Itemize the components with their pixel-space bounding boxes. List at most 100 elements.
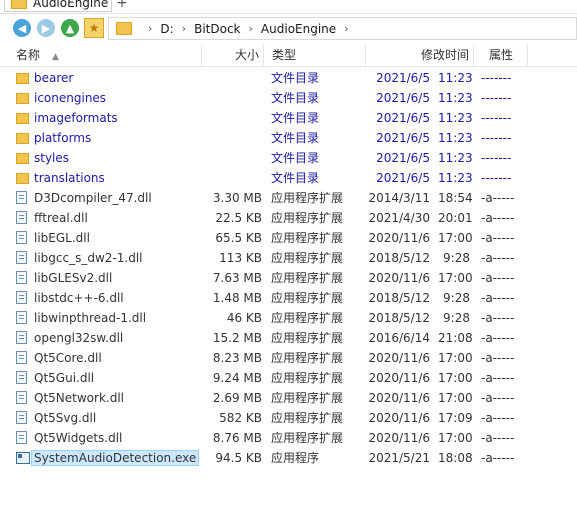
file-name[interactable]: D3Dcompiler_47.dll xyxy=(32,188,202,208)
file-size: 15.2 MB xyxy=(212,331,262,345)
file-row[interactable]: Qt5Network.dll 2.69 MB 应用程序扩展 2020/11/6 17:0… xyxy=(0,388,577,408)
file-name[interactable]: imageformats xyxy=(32,108,202,128)
up-button[interactable]: ▲ xyxy=(61,19,79,37)
file-row[interactable]: libGLESv2.dll 7.63 MB 应用程序扩展 2020/11/6 17:00… xyxy=(0,268,577,288)
column-header-type[interactable]: 类型 xyxy=(264,44,366,66)
back-button[interactable]: ◀ xyxy=(13,19,31,37)
file-row[interactable]: Qt5Svg.dll 582 KB 应用程序扩展 2020/11/6 17:09 -a--… xyxy=(0,408,577,428)
file-time: 20:01 xyxy=(438,211,473,225)
file-type: 应用程序扩展 xyxy=(271,351,344,365)
file-size: 94.5 KB xyxy=(215,451,262,465)
file-name[interactable]: Qt5Gui.dll xyxy=(32,368,202,388)
file-type: 应用程序扩展 xyxy=(271,431,344,445)
file-name[interactable]: Qt5Network.dll xyxy=(32,388,202,408)
file-size: 1.48 MB xyxy=(212,291,262,305)
dll-file-icon xyxy=(16,191,27,204)
row-icon-cell xyxy=(16,291,29,305)
breadcrumb-separator[interactable]: › xyxy=(344,22,348,35)
folder-row[interactable]: iconengines 文件目录 2021/6/5 11:23 ------- xyxy=(0,88,577,108)
file-name-text: Qt5Core.dll xyxy=(34,351,102,365)
address-bar[interactable]: › D: › BitDock › AudioEngine › xyxy=(108,17,577,40)
file-modified: 2018/5/12 9:28 xyxy=(366,308,470,328)
file-name[interactable]: translations xyxy=(32,168,202,188)
file-row[interactable]: opengl32sw.dll 15.2 MB 应用程序扩展 2016/6/14 21:0… xyxy=(0,328,577,348)
file-row[interactable]: SystemAudioDetection.exe 94.5 KB 应用程序 2021/… xyxy=(0,448,577,468)
file-time: 11:23 xyxy=(438,171,473,185)
file-date: 2018/5/12 xyxy=(368,251,430,265)
file-name[interactable]: opengl32sw.dll xyxy=(32,328,202,348)
forward-button[interactable]: ▶ xyxy=(37,19,55,37)
file-type: 文件目录 xyxy=(271,151,320,165)
file-row[interactable]: libgcc_s_dw2-1.dll 113 KB 应用程序扩展 2018/5/12 9… xyxy=(0,248,577,268)
file-row[interactable]: D3Dcompiler_47.dll 3.30 MB 应用程序扩展 2014/3/11… xyxy=(0,188,577,208)
file-type: 应用程序扩展 xyxy=(271,331,344,345)
file-row[interactable]: libstdc++-6.dll 1.48 MB 应用程序扩展 2018/5/12 9:2… xyxy=(0,288,577,308)
folder-icon xyxy=(16,73,29,84)
file-attributes: -a----- xyxy=(481,351,515,365)
folder-row[interactable]: imageformats 文件目录 2021/6/5 11:23 ------- xyxy=(0,108,577,128)
file-name[interactable]: Qt5Core.dll xyxy=(32,348,202,368)
column-header-size[interactable]: 大小 xyxy=(202,44,264,66)
file-size: 8.23 MB xyxy=(212,351,262,365)
file-type: 应用程序 xyxy=(271,451,320,465)
file-name[interactable]: libGLESv2.dll xyxy=(32,268,202,288)
favorite-star-icon: ★ xyxy=(88,21,100,35)
file-name[interactable]: platforms xyxy=(32,128,202,148)
row-icon-cell xyxy=(16,131,29,145)
row-icon-cell xyxy=(16,191,29,205)
column-header-name[interactable]: 名称 ▲ xyxy=(0,44,202,66)
file-row[interactable]: Qt5Widgets.dll 8.76 MB 应用程序扩展 2020/11/6 17:0… xyxy=(0,428,577,448)
file-type: 应用程序扩展 xyxy=(271,391,344,405)
folder-icon xyxy=(16,113,29,124)
file-attributes: -a----- xyxy=(481,411,515,425)
file-name[interactable]: libwinpthread-1.dll xyxy=(32,308,202,328)
file-name[interactable]: SystemAudioDetection.exe xyxy=(30,448,202,468)
file-row[interactable]: libwinpthread-1.dll 46 KB 应用程序扩展 2018/5/12 9… xyxy=(0,308,577,328)
file-attributes: -a----- xyxy=(481,231,515,245)
file-row[interactable]: Qt5Core.dll 8.23 MB 应用程序扩展 2020/11/6 17:00 -a… xyxy=(0,348,577,368)
file-name[interactable]: libgcc_s_dw2-1.dll xyxy=(32,248,202,268)
file-date: 2020/11/6 xyxy=(368,271,430,285)
breadcrumb-bitdock[interactable]: BitDock xyxy=(194,22,240,36)
tab-audioengine[interactable]: AudioEngine xyxy=(4,0,112,12)
file-type: 文件目录 xyxy=(271,111,320,125)
file-row[interactable]: libEGL.dll 65.5 KB 应用程序扩展 2020/11/6 17:00 -a-… xyxy=(0,228,577,248)
file-name[interactable]: libstdc++-6.dll xyxy=(32,288,202,308)
file-type: 应用程序扩展 xyxy=(271,411,344,425)
file-time: 21:08 xyxy=(438,331,473,345)
file-time: 17:00 xyxy=(438,231,473,245)
file-name[interactable]: Qt5Svg.dll xyxy=(32,408,202,428)
dll-file-icon xyxy=(16,411,27,424)
folder-icon xyxy=(116,22,132,35)
folder-icon xyxy=(16,93,29,104)
breadcrumb-drive[interactable]: D: xyxy=(160,22,173,36)
file-name[interactable]: styles xyxy=(32,148,202,168)
folder-row[interactable]: bearer 文件目录 2021/6/5 11:23 ------- xyxy=(0,68,577,88)
file-row[interactable]: fftreal.dll 22.5 KB 应用程序扩展 2021/4/30 20:01 -a… xyxy=(0,208,577,228)
back-arrow-icon: ◀ xyxy=(17,21,27,35)
folder-row[interactable]: styles 文件目录 2021/6/5 11:23 ------- xyxy=(0,148,577,168)
column-name-label: 名称 xyxy=(16,48,41,62)
forward-arrow-icon: ▶ xyxy=(41,21,51,35)
file-name[interactable]: bearer xyxy=(32,68,202,88)
breadcrumb-audioengine[interactable]: AudioEngine xyxy=(261,22,336,36)
file-name[interactable]: Qt5Widgets.dll xyxy=(32,428,202,448)
column-header-attr[interactable]: 属性 xyxy=(474,44,528,66)
breadcrumb-separator: › xyxy=(181,22,187,35)
file-attributes: -a----- xyxy=(481,251,515,265)
file-name[interactable]: libEGL.dll xyxy=(32,228,202,248)
file-row[interactable]: Qt5Gui.dll 9.24 MB 应用程序扩展 2020/11/6 17:00 -a-… xyxy=(0,368,577,388)
file-name[interactable]: fftreal.dll xyxy=(32,208,202,228)
file-attributes: -a----- xyxy=(481,311,515,325)
file-name[interactable]: iconengines xyxy=(32,88,202,108)
row-icon-cell xyxy=(16,451,30,465)
column-header-date[interactable]: 修改时间 xyxy=(366,44,474,66)
folder-row[interactable]: translations 文件目录 2021/6/5 11:23 ------- xyxy=(0,168,577,188)
row-icon-cell xyxy=(16,91,29,105)
new-tab-button[interactable]: + xyxy=(114,0,130,11)
folder-row[interactable]: platforms 文件目录 2021/6/5 11:23 ------- xyxy=(0,128,577,148)
file-date: 2021/4/30 xyxy=(368,211,430,225)
file-name-text: SystemAudioDetection.exe xyxy=(30,450,200,466)
favorite-button[interactable]: ★ xyxy=(84,18,104,38)
row-icon-cell xyxy=(16,271,29,285)
